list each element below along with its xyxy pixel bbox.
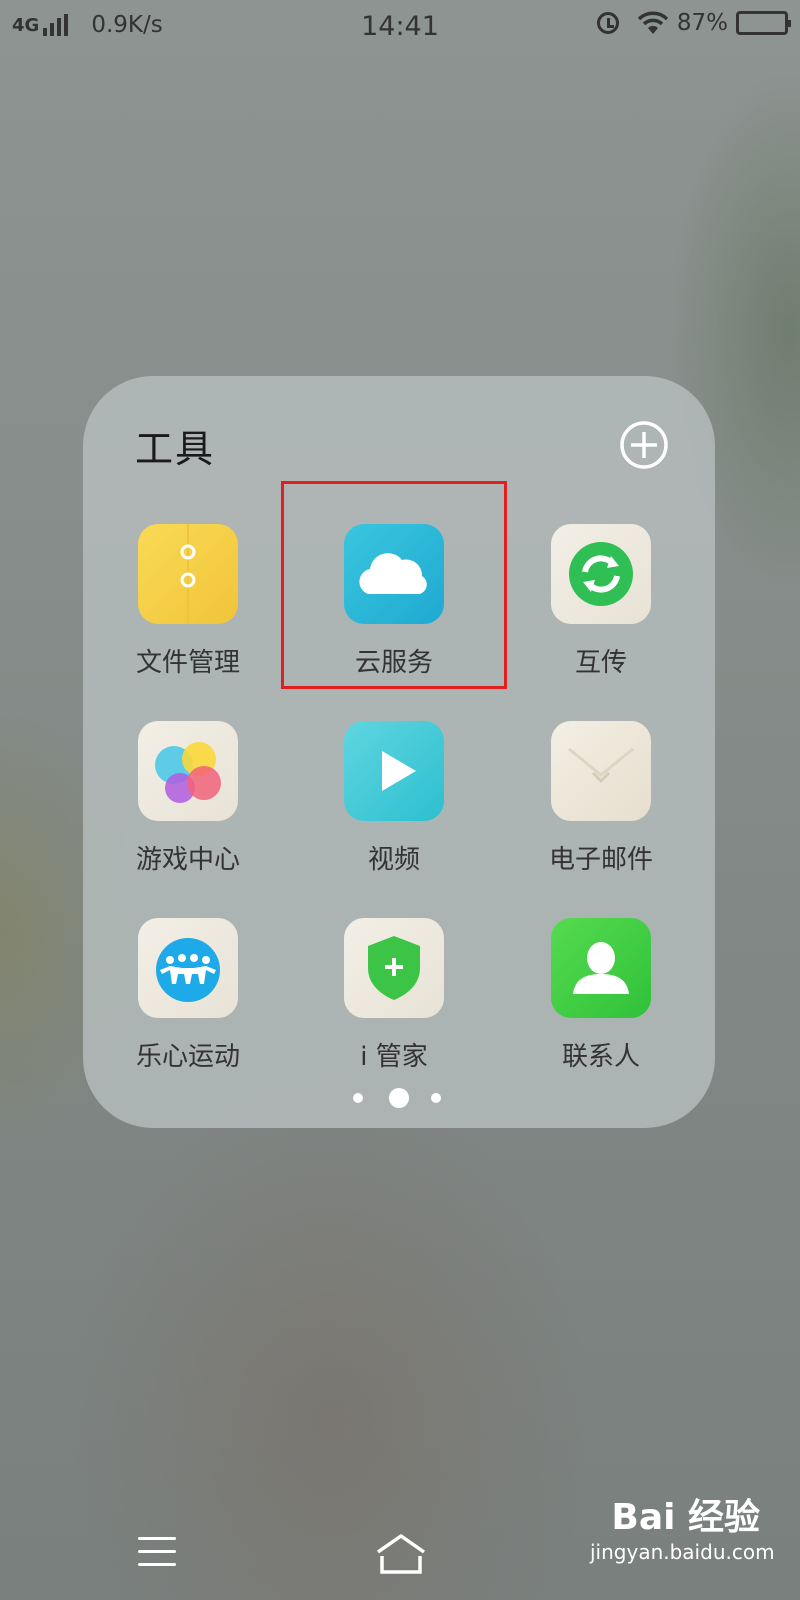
shield-icon: [344, 918, 444, 1018]
app-label: 视频: [367, 845, 420, 875]
wifi-icon: [637, 11, 669, 34]
status-bar: 4G 0.9K/s 14:41 87%: [0, 0, 800, 54]
folder-title[interactable]: 工具: [135, 418, 215, 473]
highlight-box: [281, 481, 507, 689]
app-video[interactable]: 视频: [289, 721, 499, 891]
page-dot-active[interactable]: [389, 1088, 409, 1108]
app-label: 电子邮件: [548, 845, 653, 875]
add-icon[interactable]: [619, 420, 669, 470]
page-dot[interactable]: [353, 1093, 363, 1103]
page-dot[interactable]: [431, 1093, 441, 1103]
battery-icon: [736, 11, 791, 35]
file-manager-icon: [138, 524, 238, 624]
app-label: 文件管理: [135, 648, 240, 678]
lifesense-icon: [138, 918, 238, 1018]
app-lifesense[interactable]: 乐心运动: [83, 918, 293, 1088]
video-icon: [344, 721, 444, 821]
game-center-icon: [138, 721, 238, 821]
battery-percent: 87%: [676, 10, 728, 36]
alarm-icon: [596, 12, 619, 34]
app-email[interactable]: 电子邮件: [496, 721, 706, 891]
app-label: 联系人: [561, 1042, 640, 1072]
page-indicator: [83, 1086, 715, 1110]
app-label: i 管家: [360, 1042, 428, 1072]
app-label: 互传: [574, 648, 627, 678]
app-contacts[interactable]: 联系人: [496, 918, 706, 1088]
email-icon: [551, 721, 651, 821]
home-icon[interactable]: [374, 1532, 428, 1576]
app-i-manager[interactable]: i 管家: [289, 918, 499, 1088]
app-game-center[interactable]: 游戏中心: [83, 721, 293, 891]
app-label: 游戏中心: [135, 845, 240, 875]
app-transfer[interactable]: 互传: [496, 524, 706, 694]
app-folder: 工具 文件管理 云服务 互传 游戏中心 视频 电子邮件 乐心运动 i 管家 联系…: [83, 376, 715, 1128]
app-label: 乐心运动: [135, 1042, 240, 1072]
contacts-icon: [551, 918, 651, 1018]
watermark: Bai 经验 jingyan.baidu.com: [590, 1488, 775, 1588]
menu-icon[interactable]: [138, 1537, 176, 1567]
watermark-url: jingyan.baidu.com: [590, 1540, 775, 1564]
transfer-icon: [551, 524, 651, 624]
watermark-brand: Bai 经验: [611, 1497, 760, 1538]
status-right: 87%: [596, 10, 791, 36]
app-file-manager[interactable]: 文件管理: [83, 524, 293, 694]
